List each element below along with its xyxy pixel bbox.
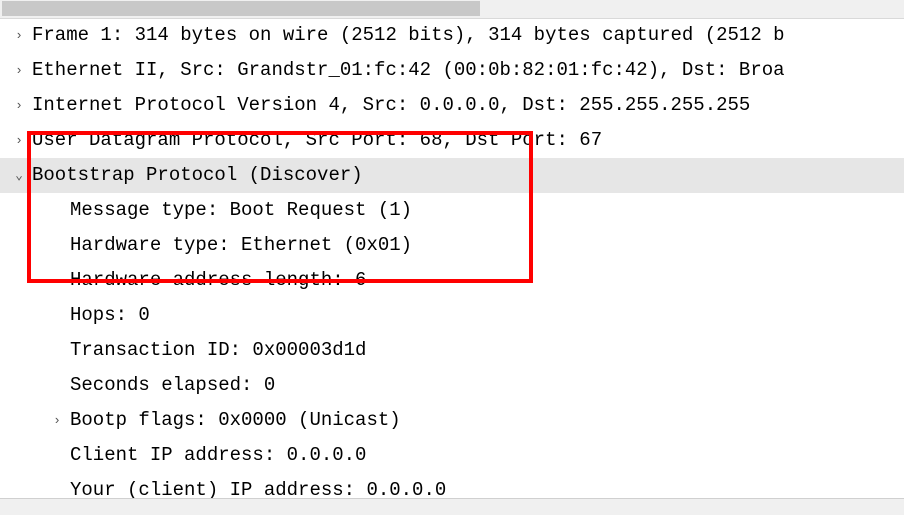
tree-row-txid[interactable]: Transaction ID: 0x00003d1d (0, 333, 904, 368)
tree-row-yiaddr[interactable]: Your (client) IP address: 0.0.0.0 (0, 473, 904, 499)
tree-label: Hardware type: Ethernet (0x01) (48, 228, 412, 262)
tree-row-bootp[interactable]: ⌄ Bootstrap Protocol (Discover) (0, 158, 904, 193)
tree-label: User Datagram Protocol, Src Port: 68, Ds… (32, 123, 602, 157)
horizontal-scrollbar-track[interactable] (0, 0, 904, 19)
tree-label: Bootstrap Protocol (Discover) (32, 158, 363, 192)
tree-label: Transaction ID: 0x00003d1d (48, 333, 366, 367)
tree-row-hw-type[interactable]: Hardware type: Ethernet (0x01) (0, 228, 904, 263)
tree-label: Internet Protocol Version 4, Src: 0.0.0.… (32, 88, 750, 122)
tree-label: Your (client) IP address: 0.0.0.0 (48, 473, 446, 499)
horizontal-scrollbar-thumb[interactable] (2, 1, 480, 16)
tree-label: Hardware address length: 6 (48, 263, 366, 297)
chevron-right-icon[interactable]: › (48, 409, 66, 432)
tree-label: Seconds elapsed: 0 (48, 368, 275, 402)
chevron-right-icon[interactable]: › (10, 94, 28, 117)
tree-row-hw-addr-len[interactable]: Hardware address length: 6 (0, 263, 904, 298)
protocol-tree[interactable]: › Frame 1: 314 bytes on wire (2512 bits)… (0, 18, 904, 499)
tree-row-flags[interactable]: › Bootp flags: 0x0000 (Unicast) (0, 403, 904, 438)
tree-label: Client IP address: 0.0.0.0 (48, 438, 366, 472)
chevron-right-icon[interactable]: › (10, 129, 28, 152)
tree-row-frame[interactable]: › Frame 1: 314 bytes on wire (2512 bits)… (0, 18, 904, 53)
chevron-right-icon[interactable]: › (10, 24, 28, 47)
tree-label: Frame 1: 314 bytes on wire (2512 bits), … (32, 18, 785, 52)
tree-label: Ethernet II, Src: Grandstr_01:fc:42 (00:… (32, 53, 785, 87)
tree-row-ip[interactable]: › Internet Protocol Version 4, Src: 0.0.… (0, 88, 904, 123)
bottom-panel-border (0, 498, 904, 515)
tree-row-hops[interactable]: Hops: 0 (0, 298, 904, 333)
tree-row-ethernet[interactable]: › Ethernet II, Src: Grandstr_01:fc:42 (0… (0, 53, 904, 88)
tree-label: Hops: 0 (48, 298, 150, 332)
chevron-right-icon[interactable]: › (10, 59, 28, 82)
tree-row-ciaddr[interactable]: Client IP address: 0.0.0.0 (0, 438, 904, 473)
packet-details-panel: › Frame 1: 314 bytes on wire (2512 bits)… (0, 0, 904, 515)
tree-row-udp[interactable]: › User Datagram Protocol, Src Port: 68, … (0, 123, 904, 158)
tree-row-msg-type[interactable]: Message type: Boot Request (1) (0, 193, 904, 228)
tree-label: Message type: Boot Request (1) (48, 193, 412, 227)
tree-row-secs[interactable]: Seconds elapsed: 0 (0, 368, 904, 403)
tree-label: Bootp flags: 0x0000 (Unicast) (70, 403, 401, 437)
chevron-down-icon[interactable]: ⌄ (10, 164, 28, 187)
